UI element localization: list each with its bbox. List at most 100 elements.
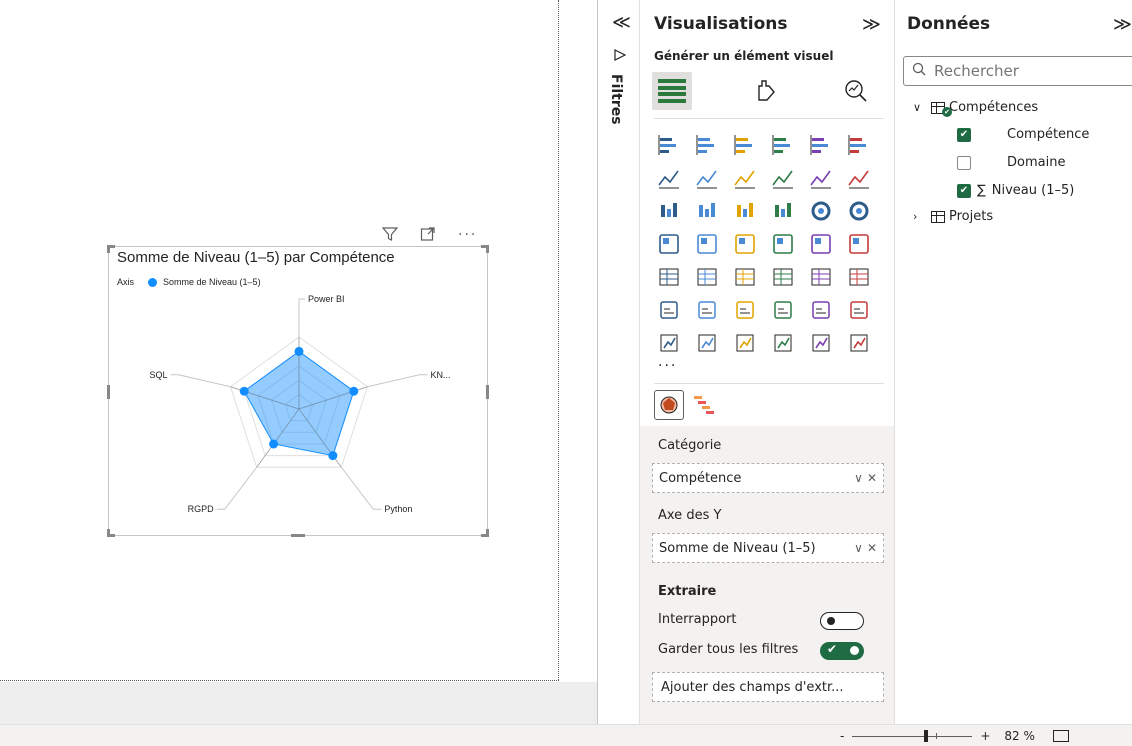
more-visuals-icon[interactable]: ···: [658, 358, 677, 374]
donut-chart-icon[interactable]: [844, 196, 874, 226]
100-stacked-column-chart-icon[interactable]: [844, 130, 874, 160]
clustered-bar-chart-icon[interactable]: [730, 130, 760, 160]
chevron-right-icon[interactable]: ›: [913, 210, 927, 223]
add-drillthrough-fields-well[interactable]: Ajouter des champs d'extr...: [652, 672, 884, 702]
search-box[interactable]: [903, 56, 1132, 86]
table-visual-icon[interactable]: [768, 262, 798, 292]
filters-label[interactable]: Filtres: [608, 74, 624, 125]
cross-report-toggle[interactable]: [820, 612, 864, 630]
checkbox-checked[interactable]: ✔: [957, 183, 971, 198]
radar-chart-visual[interactable]: Somme de Niveau (1–5) par Compétence Axi…: [107, 245, 489, 537]
stacked-bar-chart-icon[interactable]: [654, 130, 684, 160]
resize-handle[interactable]: [486, 385, 489, 399]
remove-field-icon[interactable]: ✕: [867, 471, 877, 485]
paginated-report-icon[interactable]: [654, 328, 684, 358]
resize-handle[interactable]: [107, 529, 110, 537]
category-well[interactable]: Compétence ∨ ✕: [652, 463, 884, 493]
filters-pane-collapsed[interactable]: ≪ Filtres: [597, 0, 639, 724]
radar-axis-label: SQL: [150, 370, 168, 380]
radar-chart-custom-visual[interactable]: [654, 390, 684, 420]
waterfall-chart-icon[interactable]: [692, 196, 722, 226]
fit-to-page-icon[interactable]: [1052, 730, 1069, 742]
collapse-filters-icon[interactable]: ≪: [612, 12, 631, 33]
kpi-icon[interactable]: [692, 262, 722, 292]
collapse-pane-icon[interactable]: ≫: [862, 14, 881, 35]
qa-icon[interactable]: [768, 295, 798, 325]
radar-label-leader: [170, 374, 231, 388]
ribbon-chart-icon[interactable]: [654, 196, 684, 226]
table-projets[interactable]: › Projets: [913, 209, 993, 224]
format-visual-tab[interactable]: [746, 72, 786, 110]
resize-handle[interactable]: [107, 385, 110, 399]
more-options-icon[interactable]: ···: [458, 226, 477, 244]
chevron-down-icon[interactable]: ∨: [854, 471, 863, 485]
zoom-default-tick: [936, 732, 938, 739]
power-apps-visual-icon[interactable]: [806, 328, 836, 358]
clustered-column-chart-icon[interactable]: [768, 130, 798, 160]
y-axis-well[interactable]: Somme de Niveau (1–5) ∨ ✕: [652, 533, 884, 563]
radar-axis-label: KN...: [430, 370, 450, 380]
smart-narrative-icon[interactable]: [806, 295, 836, 325]
azure-map-icon[interactable]: [768, 229, 798, 259]
chevron-down-icon[interactable]: ∨: [854, 541, 863, 555]
resize-handle[interactable]: [486, 529, 489, 537]
power-bi-goals-icon[interactable]: [768, 328, 798, 358]
metrics-icon[interactable]: [844, 295, 874, 325]
100-stacked-bar-chart-icon[interactable]: [806, 130, 836, 160]
collapse-pane-icon[interactable]: ≫: [1113, 14, 1132, 35]
stacked-column-chart-icon[interactable]: [692, 130, 722, 160]
line-clustered-column-icon[interactable]: [844, 163, 874, 193]
matrix-icon[interactable]: [806, 262, 836, 292]
area-chart-icon[interactable]: [692, 163, 722, 193]
checkbox-checked[interactable]: ✔: [957, 127, 971, 142]
report-canvas[interactable]: ··· Somme de Niveau (1–5) par Compétence…: [0, 0, 597, 746]
gantt-custom-visual-icon[interactable]: [692, 392, 718, 418]
build-visual-tab[interactable]: [652, 72, 692, 110]
line-stacked-column-icon[interactable]: [806, 163, 836, 193]
zoom-in-button[interactable]: +: [980, 729, 990, 743]
zoom-slider[interactable]: [852, 729, 973, 742]
python-visual-icon[interactable]: [654, 295, 684, 325]
field-domaine[interactable]: Domaine: [957, 155, 1065, 170]
field-name: Niveau (1–5): [991, 183, 1075, 198]
power-automate-icon[interactable]: [730, 328, 760, 358]
stacked-area-chart-icon[interactable]: [730, 163, 760, 193]
resize-handle[interactable]: [107, 245, 110, 253]
pie-chart-icon[interactable]: [806, 196, 836, 226]
funnel-chart-icon[interactable]: [730, 196, 760, 226]
scatter-chart-icon[interactable]: [768, 196, 798, 226]
map-icon[interactable]: [692, 229, 722, 259]
table-competences[interactable]: ∨ ✔ Compétences: [913, 100, 1039, 117]
resize-handle[interactable]: [291, 534, 305, 537]
key-influencers-icon[interactable]: [692, 295, 722, 325]
keep-filters-toggle[interactable]: ✔: [820, 642, 864, 660]
filter-icon[interactable]: [381, 226, 399, 244]
resize-handle[interactable]: [486, 245, 489, 253]
r-script-visual-icon[interactable]: [844, 262, 874, 292]
analytics-tab[interactable]: [836, 72, 876, 110]
decomposition-tree-icon[interactable]: [730, 295, 760, 325]
treemap-icon[interactable]: [654, 229, 684, 259]
chevron-down-icon[interactable]: ∨: [913, 101, 927, 114]
check-badge-icon: ✔: [942, 106, 952, 117]
slicer-icon[interactable]: [730, 262, 760, 292]
100-stacked-area-chart-icon[interactable]: [768, 163, 798, 193]
build-visual-icon: [658, 79, 686, 103]
table-name: Compétences: [949, 100, 1039, 115]
field-niveau[interactable]: ✔ ∑ Niveau (1–5): [957, 183, 1074, 198]
zoom-slider-thumb[interactable]: [924, 729, 929, 742]
zoom-out-button[interactable]: -: [840, 729, 844, 743]
search-input[interactable]: [934, 62, 1084, 80]
checkbox-unchecked[interactable]: [957, 155, 971, 170]
filled-map-icon[interactable]: [730, 229, 760, 259]
remove-field-icon[interactable]: ✕: [867, 541, 877, 555]
power-apps-icon[interactable]: [692, 328, 722, 358]
power-automate-flow-icon[interactable]: [844, 328, 874, 358]
field-competence[interactable]: ✔ Compétence: [957, 127, 1089, 142]
multi-row-card-icon[interactable]: [654, 262, 684, 292]
line-chart-icon[interactable]: [654, 163, 684, 193]
gauge-icon[interactable]: [806, 229, 836, 259]
focus-mode-icon[interactable]: [420, 226, 436, 244]
paintbrush-icon: [758, 80, 775, 101]
card-icon[interactable]: [844, 229, 874, 259]
